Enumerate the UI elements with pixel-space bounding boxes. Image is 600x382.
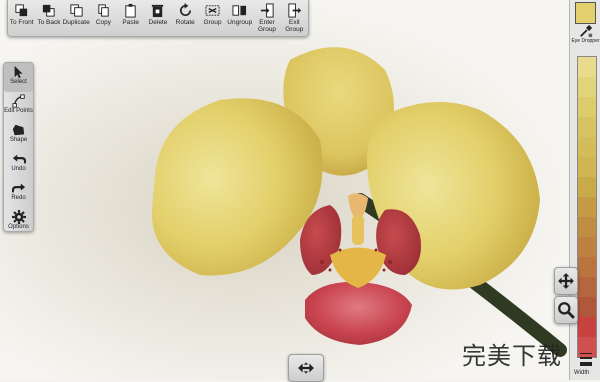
color-swatch[interactable] [578, 257, 596, 277]
to-front-label: To Front [9, 19, 34, 26]
horizontal-pan-button[interactable] [288, 354, 324, 382]
edit-points-icon [11, 94, 25, 108]
copy-button[interactable]: Copy [90, 0, 117, 36]
undo-icon [12, 154, 26, 164]
color-swatch[interactable] [578, 297, 596, 317]
to-back-button[interactable]: To Back [35, 0, 62, 36]
paste-button[interactable]: Paste [117, 0, 144, 36]
to-back-label: To Back [37, 19, 61, 26]
gear-icon [11, 210, 26, 224]
duplicate-label: Duplicate [62, 19, 90, 26]
undo-label: Undo [11, 166, 26, 172]
rotate-button[interactable]: Rotate [172, 0, 199, 36]
exit-group-label: Exit Group [285, 19, 304, 33]
to-front-icon [15, 4, 28, 17]
stroke-width-icon[interactable] [579, 352, 593, 368]
move-arrows-icon [558, 273, 574, 289]
enter-group-icon [260, 3, 274, 18]
watermark-text: 完美下载 [462, 342, 562, 370]
drawing-canvas[interactable] [0, 0, 600, 380]
rotate-icon [179, 3, 191, 16]
zoom-button[interactable] [554, 296, 578, 324]
color-swatch[interactable] [578, 157, 596, 177]
width-label: Width [574, 370, 590, 376]
options-button[interactable]: Options [4, 208, 33, 237]
delete-label: Delete [148, 19, 168, 26]
to-back-icon [43, 4, 55, 17]
to-front-button[interactable]: To Front [8, 0, 35, 36]
color-swatch[interactable] [578, 217, 596, 237]
rotate-label: Rotate [175, 19, 195, 26]
color-swatch-strip [577, 56, 597, 358]
copy-label: Copy [95, 19, 112, 26]
eye-dropper-icon [579, 24, 592, 38]
trash-icon [152, 4, 164, 18]
group-icon [205, 5, 220, 16]
color-swatch[interactable] [578, 237, 596, 257]
current-color-well[interactable] [575, 2, 596, 24]
shape-label: Shape [9, 137, 28, 143]
shape-icon [12, 124, 24, 136]
exit-group-button[interactable]: Exit Group [281, 0, 308, 36]
horizontal-pan-icon [298, 362, 314, 374]
ungroup-button[interactable]: Ungroup [226, 0, 253, 36]
eye-dropper-label: Eye Dropper [571, 38, 600, 44]
color-swatch[interactable] [578, 137, 596, 157]
color-swatch[interactable] [578, 57, 596, 77]
group-label: Group [203, 19, 222, 26]
top-toolbar: To Front To Back Duplicate Copy Paste De… [7, 0, 309, 37]
select-label: Select [10, 79, 27, 85]
color-swatch[interactable] [578, 117, 596, 137]
edit-points-tool-button[interactable]: Edit Points [4, 92, 33, 121]
move-button[interactable] [554, 267, 578, 295]
options-label: Options [8, 224, 29, 230]
duplicate-icon [70, 4, 83, 17]
shape-tool-button[interactable]: Shape [4, 121, 33, 150]
color-swatch[interactable] [578, 197, 596, 217]
pointer-arrow-icon [14, 65, 22, 79]
ungroup-label: Ungroup [227, 19, 253, 26]
redo-label: Redo [11, 195, 26, 201]
edit-points-label: Edit Points [4, 108, 33, 114]
color-swatch[interactable] [578, 277, 596, 297]
select-tool-button[interactable]: Select [4, 63, 33, 92]
magnifier-icon [558, 302, 575, 319]
enter-group-label: Enter Group [257, 19, 277, 33]
redo-icon [11, 183, 25, 193]
exit-group-icon [288, 3, 301, 18]
redo-button[interactable]: Redo [4, 179, 33, 208]
clipboard-icon [125, 3, 136, 18]
left-toolbar: Select Edit Points Shape Undo Redo Optio… [3, 62, 34, 232]
duplicate-button[interactable]: Duplicate [63, 0, 90, 36]
ungroup-icon [232, 5, 247, 16]
color-swatch[interactable] [578, 77, 596, 97]
color-swatch[interactable] [578, 317, 596, 337]
paste-label: Paste [122, 19, 139, 26]
enter-group-button[interactable]: Enter Group [253, 0, 280, 36]
color-swatch[interactable] [578, 97, 596, 117]
undo-button[interactable]: Undo [4, 150, 33, 179]
color-swatch[interactable] [578, 177, 596, 197]
delete-button[interactable]: Delete [144, 0, 171, 36]
group-button[interactable]: Group [199, 0, 226, 36]
eye-dropper-button[interactable]: Eye Dropper [570, 24, 600, 48]
copy-icon [98, 4, 109, 17]
